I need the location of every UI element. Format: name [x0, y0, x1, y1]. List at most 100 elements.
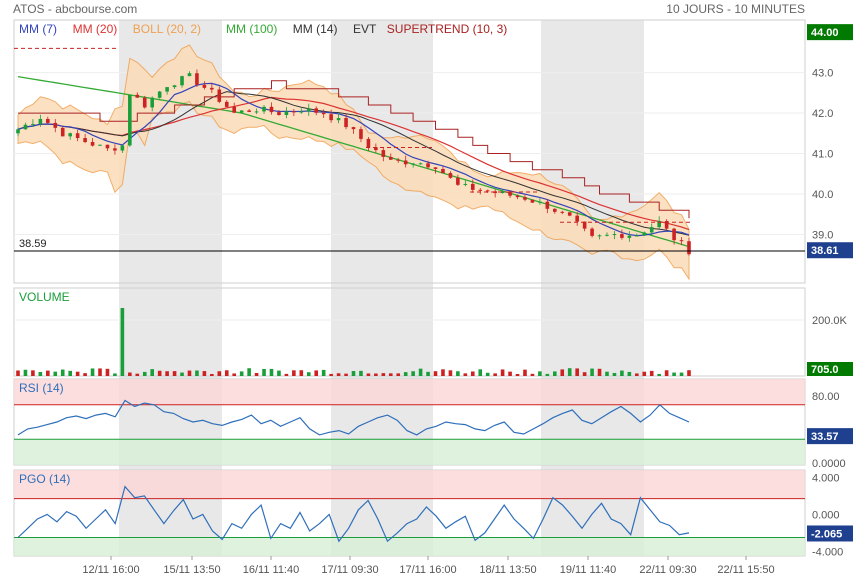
candle-body [16, 129, 20, 134]
volume-bar [448, 370, 453, 376]
candle-body [418, 163, 423, 165]
volume-bar [530, 373, 535, 376]
candle-body [90, 142, 95, 146]
candle-body [336, 118, 341, 121]
volume-bar [575, 368, 579, 376]
candle-body [679, 240, 684, 242]
candle-body [232, 106, 237, 113]
volume-bar [396, 373, 401, 376]
candle-body [485, 190, 490, 192]
pgo-title: PGO (14) [19, 472, 70, 486]
volume-bar [98, 368, 102, 376]
volume-bar [649, 370, 654, 376]
pgo-ytick-label: -4.000 [812, 546, 843, 558]
candle-body [247, 110, 251, 112]
candle-body [60, 127, 65, 137]
volume-bar [105, 368, 110, 376]
price-ytick-label: 42.0 [812, 108, 833, 120]
candle-body [157, 91, 162, 98]
x-tick-label: 17/11 09:30 [321, 564, 378, 576]
candle-body [105, 144, 110, 149]
candle-body [98, 144, 102, 146]
volume-bar [31, 370, 35, 376]
candle-body [523, 197, 527, 200]
volume-bar [515, 373, 520, 376]
candle-body [284, 111, 289, 116]
volume-bar [277, 370, 281, 376]
candle-body [687, 241, 691, 255]
candle-body [553, 208, 557, 212]
candle-body [366, 138, 371, 148]
volume-badge-label: 705.0 [811, 364, 839, 376]
legend-item: MM (7) [19, 22, 57, 36]
candle-body [411, 163, 415, 165]
rsi-ytick-label: 80.00 [812, 391, 840, 403]
candle-body [381, 150, 386, 157]
candle-body [635, 235, 639, 237]
volume-bar [60, 369, 65, 376]
volume-bar [120, 308, 125, 376]
volume-bar [553, 371, 557, 376]
candle-body [567, 212, 572, 216]
candle-body [254, 111, 259, 113]
candle-body [590, 228, 594, 236]
volume-bar [75, 371, 80, 376]
volume-bar [545, 373, 550, 376]
volume-bar [560, 369, 565, 376]
volume-bar [344, 373, 348, 376]
candle-body [83, 138, 87, 143]
volume-bar [359, 370, 363, 376]
volume-bar [523, 369, 527, 376]
volume-bar [224, 370, 229, 376]
volume-bar [113, 373, 117, 376]
volume-bar [411, 371, 415, 376]
candle-body [150, 97, 154, 108]
x-tick-label: 12/11 16:00 [82, 564, 139, 576]
candle-body [470, 183, 475, 190]
volume-ytick-label: 200.0K [812, 315, 848, 327]
volume-bar [351, 371, 356, 376]
volume-bar [90, 368, 95, 376]
candle-body [672, 228, 676, 241]
volume-bar [306, 372, 311, 376]
volume-bar [180, 372, 184, 376]
candle-body [560, 211, 565, 213]
volume-bar [142, 371, 147, 376]
volume-bar [150, 369, 154, 376]
volume-bar [284, 373, 289, 376]
stock-chart: 39.0 40.0 41.0 42.0 43.0 38.59 44.00 38.61 MM (7… [13, 19, 853, 576]
candle-body [224, 101, 229, 107]
volume-bar [664, 370, 669, 376]
candle-body [612, 234, 617, 236]
candle-body [195, 73, 199, 85]
price-ytick-label: 43.0 [812, 68, 833, 80]
candle-body [187, 73, 192, 77]
volume-bar [508, 371, 512, 376]
volume-bar [567, 368, 572, 376]
volume-bar [23, 369, 28, 376]
rsi-title: RSI (14) [19, 381, 64, 395]
volume-bar [612, 372, 617, 376]
volume-bar [195, 370, 199, 376]
candle-body [605, 234, 609, 236]
candle-body [351, 127, 356, 130]
candle-body [530, 199, 535, 203]
volume-bar [232, 373, 237, 376]
pgo-ytick-label: 0.000 [812, 509, 840, 521]
legend-item: EVT [353, 22, 377, 36]
volume-bar [128, 372, 132, 376]
volume-bar [433, 371, 438, 376]
volume-bar [441, 369, 445, 376]
candle-body [142, 97, 147, 108]
candle-body [448, 173, 453, 178]
pgo-badge-label: -2.065 [811, 528, 842, 540]
volume-bar [642, 371, 647, 376]
candle-body [23, 124, 28, 130]
candle-body [344, 118, 348, 128]
volume-bar [210, 373, 214, 376]
candle-body [478, 189, 483, 191]
volume-bar [478, 369, 483, 376]
candle-body [403, 160, 408, 165]
volume-bar [202, 371, 207, 376]
volume-bar [470, 371, 475, 376]
